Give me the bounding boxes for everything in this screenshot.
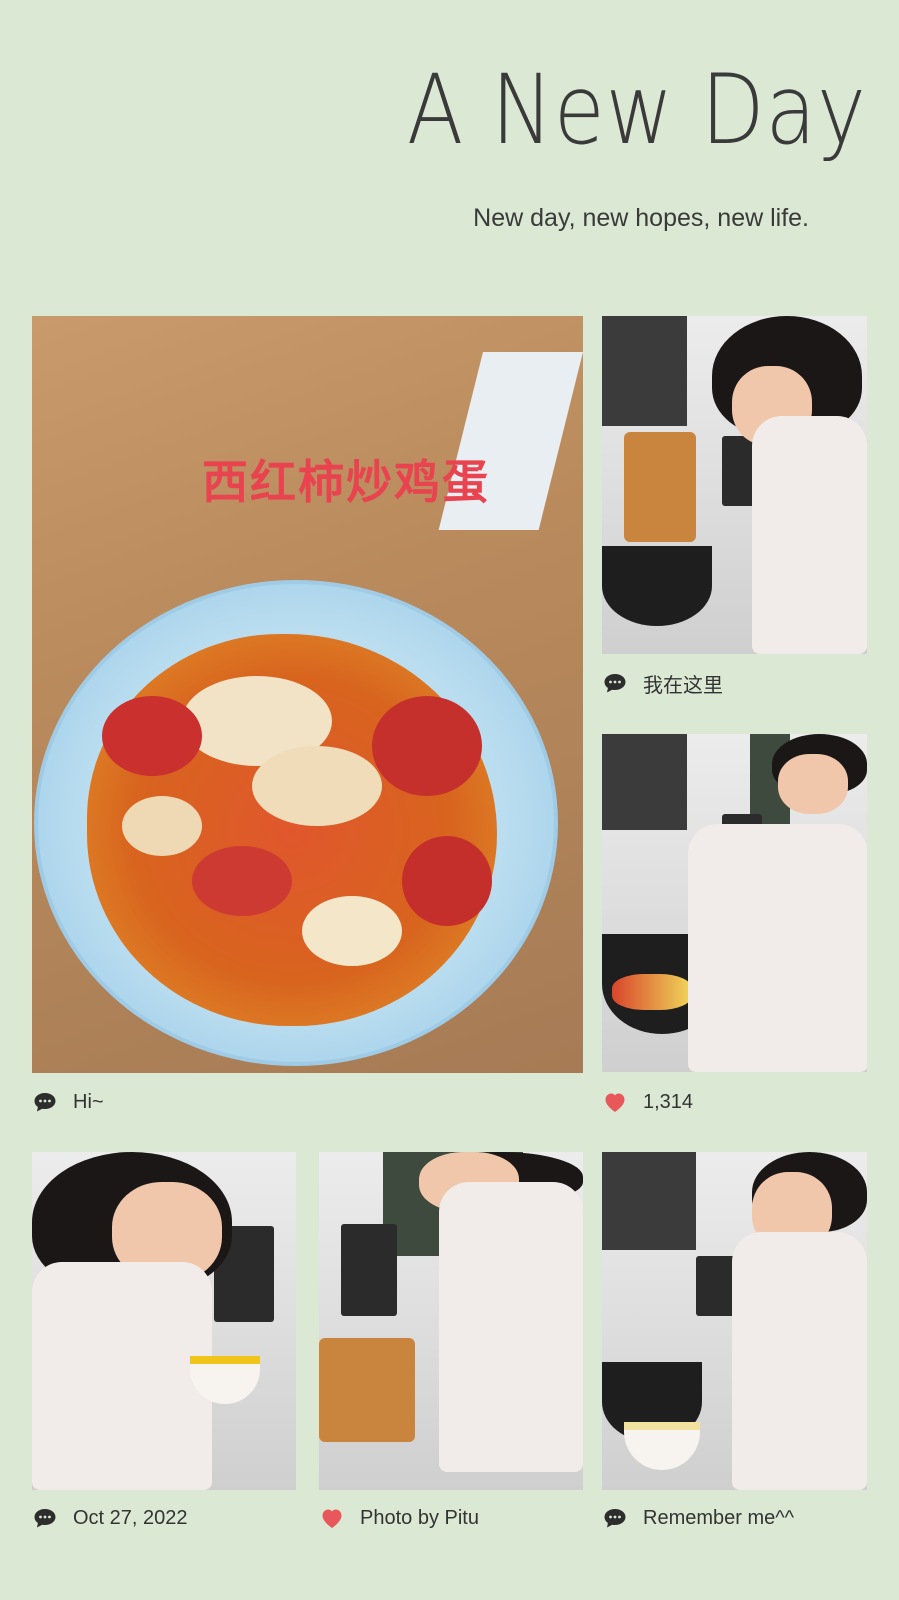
dish-photo[interactable]: 西红柿炒鸡蛋 xyxy=(32,316,583,1073)
knife-block xyxy=(341,1224,397,1316)
caption-text: Oct 27, 2022 xyxy=(73,1506,188,1529)
girl-sweater xyxy=(32,1262,212,1490)
caption-here: 我在这里 xyxy=(603,668,723,698)
cooking-photo-5[interactable] xyxy=(602,1152,867,1490)
caption-date: Oct 27, 2022 xyxy=(33,1503,188,1533)
comment-icon xyxy=(33,1506,57,1530)
range-hood xyxy=(602,316,687,426)
heart-icon xyxy=(320,1506,344,1530)
tomato-piece xyxy=(372,696,482,796)
page-title: A New Day xyxy=(407,54,867,166)
girl-sweater xyxy=(688,824,867,1072)
caption-likes: 1,314 xyxy=(603,1087,693,1117)
wok xyxy=(602,546,712,626)
cooking-photo-4[interactable] xyxy=(319,1152,583,1490)
dish-label: 西红柿炒鸡蛋 xyxy=(202,455,490,509)
caption-remember: Remember me^^ xyxy=(603,1503,794,1533)
cooking-photo-3[interactable] xyxy=(32,1152,296,1490)
comment-icon xyxy=(33,1090,57,1114)
girl-sweater xyxy=(752,416,867,654)
caption-text: Photo by Pitu xyxy=(360,1506,479,1529)
range-hood xyxy=(602,1152,696,1250)
girl-sweater xyxy=(439,1182,583,1472)
range-hood xyxy=(602,734,687,830)
tomato-piece xyxy=(192,846,292,916)
egg-piece xyxy=(122,796,202,856)
caption-text: 我在这里 xyxy=(643,674,723,697)
caption-text: Remember me^^ xyxy=(643,1506,795,1529)
cutting-board xyxy=(624,432,696,542)
tomato-piece xyxy=(102,696,202,776)
cooking-photo-2[interactable] xyxy=(602,734,867,1072)
comment-icon xyxy=(603,671,627,695)
girl-sweater xyxy=(732,1232,867,1490)
cutting-board xyxy=(319,1338,415,1442)
stir-fry xyxy=(612,974,692,1010)
page-subtitle: New day, new hopes, new life. xyxy=(473,204,809,232)
comment-icon xyxy=(603,1506,627,1530)
heart-icon xyxy=(603,1090,627,1114)
girl-face xyxy=(778,754,848,814)
caption-text: Hi~ xyxy=(73,1090,104,1113)
egg-piece xyxy=(302,896,402,966)
egg-piece xyxy=(252,746,382,826)
tomato-piece xyxy=(402,836,492,926)
caption-photographer: Photo by Pitu xyxy=(320,1503,479,1533)
knife-block xyxy=(696,1256,736,1316)
cooking-photo-1[interactable] xyxy=(602,316,867,654)
caption-hi: Hi~ xyxy=(33,1087,104,1117)
bowl xyxy=(624,1422,700,1470)
like-count: 1,314 xyxy=(643,1090,694,1113)
